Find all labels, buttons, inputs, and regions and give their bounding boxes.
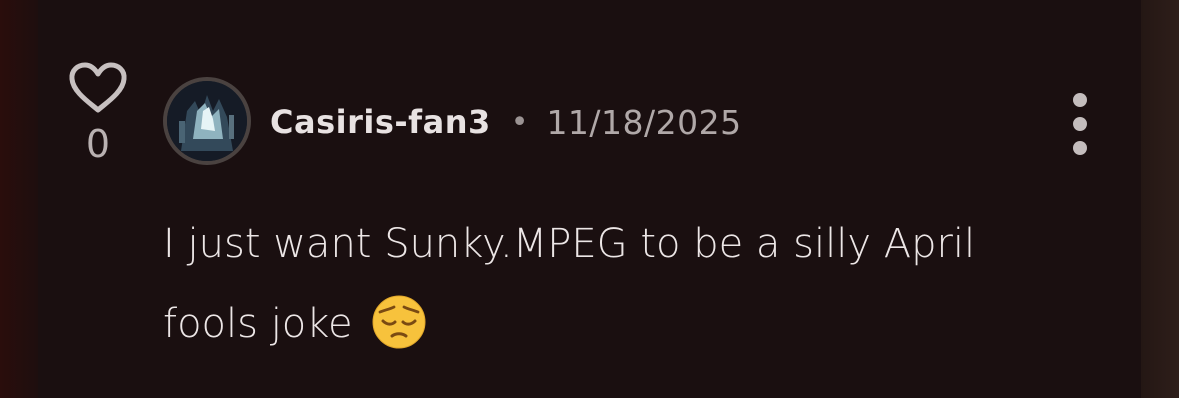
username[interactable]: Casiris-fan3 xyxy=(270,103,491,141)
heart-outline-icon[interactable] xyxy=(68,62,128,114)
comment-date: 11/18/2025 xyxy=(546,102,742,142)
vertical-ellipsis-icon xyxy=(1073,93,1087,107)
vertical-ellipsis-icon xyxy=(1073,117,1087,131)
pensive-face-icon xyxy=(372,295,426,349)
like-column: 0 xyxy=(68,62,128,164)
comment-page: 0 Casiris-fan3 • 11/18/2025 I just want … xyxy=(0,0,1179,398)
comment-text: I just want Sunky.MPEG to be a silly Apr… xyxy=(163,221,976,347)
avatar[interactable] xyxy=(163,77,251,165)
more-options-button[interactable] xyxy=(1062,93,1098,155)
vertical-ellipsis-icon xyxy=(1073,141,1087,155)
meta-separator: • xyxy=(510,104,529,140)
comment-meta: Casiris-fan3 • 11/18/2025 xyxy=(270,100,742,144)
like-count: 0 xyxy=(85,122,111,166)
comment-body: I just want Sunky.MPEG to be a silly Apr… xyxy=(163,204,1063,364)
avatar-image xyxy=(167,81,247,161)
